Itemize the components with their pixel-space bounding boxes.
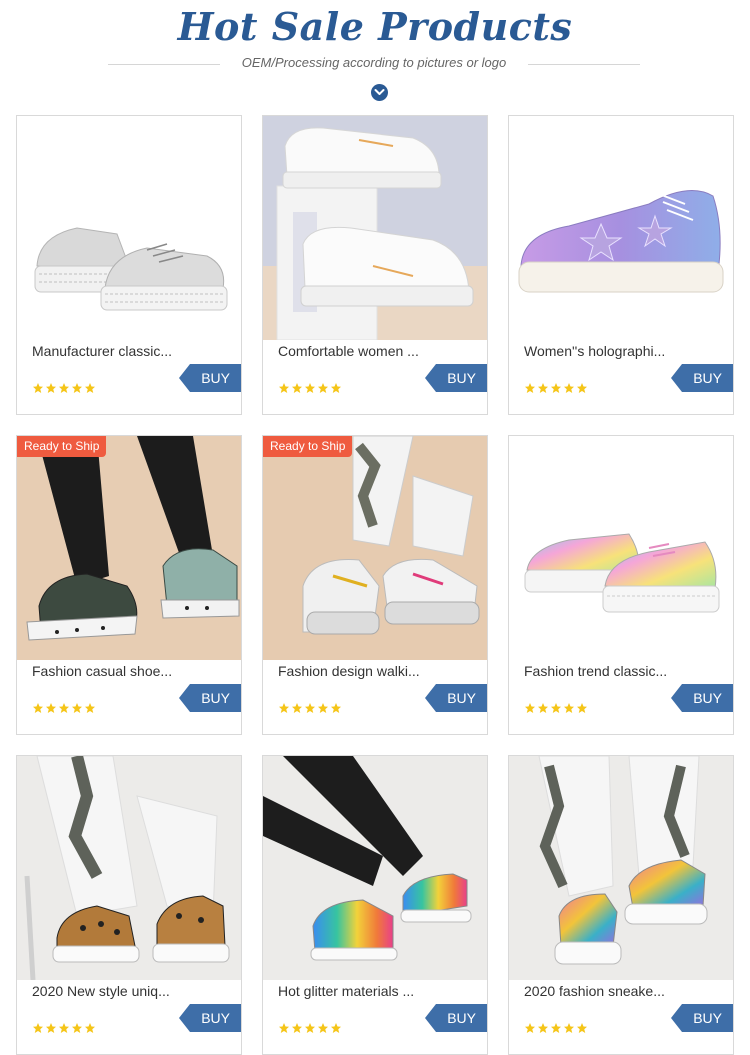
star-icon	[525, 383, 535, 393]
star-icon	[33, 383, 43, 393]
star-icon	[279, 1023, 289, 1033]
star-icon	[46, 703, 56, 713]
product-name[interactable]: Comfortable women ...	[278, 343, 428, 361]
product-name[interactable]: 2020 New style uniq...	[32, 983, 182, 1001]
divider-right	[528, 64, 640, 65]
star-rating	[278, 382, 343, 394]
star-icon	[318, 703, 328, 713]
product-card[interactable]: 2020 fashion sneake... BUY	[508, 755, 734, 1055]
star-icon	[305, 703, 315, 713]
buy-button[interactable]: BUY	[425, 364, 487, 392]
section-subtitle: OEM/Processing according to pictures or …	[241, 55, 507, 70]
product-card[interactable]: Ready to Ship Fashion design walki... BU…	[262, 435, 488, 735]
star-icon	[85, 383, 95, 393]
product-image-green-leopard-sneakers[interactable]: Ready to Ship	[17, 436, 241, 660]
buy-button[interactable]: BUY	[671, 684, 733, 712]
product-name[interactable]: Manufacturer classic...	[32, 343, 182, 361]
star-icon	[577, 703, 587, 713]
product-image-silver-platform-sneakers[interactable]	[17, 116, 241, 340]
star-rating	[32, 702, 97, 714]
star-icon	[292, 703, 302, 713]
star-icon	[577, 383, 587, 393]
star-icon	[46, 383, 56, 393]
product-card[interactable]: Ready to Ship Fashion casual shoe... BUY	[16, 435, 242, 735]
star-rating	[524, 1022, 589, 1034]
star-rating	[32, 1022, 97, 1034]
product-name[interactable]: Women''s holographi...	[524, 343, 674, 361]
product-name[interactable]: Fashion design walki...	[278, 663, 428, 681]
section-header: Hot Sale Products OEM/Processing accordi…	[0, 0, 750, 110]
product-image-white-sneakers-pedestal[interactable]	[263, 116, 487, 340]
buy-button[interactable]: BUY	[179, 1004, 241, 1032]
star-icon	[59, 383, 69, 393]
product-image-glitter-rainbow-sneakers[interactable]	[263, 756, 487, 980]
product-name[interactable]: Hot glitter materials ...	[278, 983, 428, 1001]
star-icon	[525, 703, 535, 713]
buy-button[interactable]: BUY	[179, 684, 241, 712]
star-icon	[72, 383, 82, 393]
star-icon	[538, 1023, 548, 1033]
product-image-leopard-print-sneakers[interactable]	[17, 756, 241, 980]
star-icon	[318, 1023, 328, 1033]
star-icon	[577, 1023, 587, 1033]
star-icon	[46, 1023, 56, 1033]
buy-button[interactable]: BUY	[671, 1004, 733, 1032]
star-icon	[538, 703, 548, 713]
star-icon	[525, 1023, 535, 1033]
star-rating	[524, 382, 589, 394]
subtitle-row: OEM/Processing according to pictures or …	[108, 54, 640, 74]
star-icon	[551, 703, 561, 713]
star-icon	[331, 383, 341, 393]
buy-button[interactable]: BUY	[671, 364, 733, 392]
product-name[interactable]: 2020 fashion sneake...	[524, 983, 674, 1001]
product-card[interactable]: Women''s holographi... BUY	[508, 115, 734, 415]
star-icon	[331, 1023, 341, 1033]
star-icon	[59, 1023, 69, 1033]
product-card[interactable]: Comfortable women ... BUY	[262, 115, 488, 415]
product-image-holographic-sneaker[interactable]	[509, 116, 733, 340]
star-rating	[278, 702, 343, 714]
star-icon	[564, 1023, 574, 1033]
star-rating	[524, 702, 589, 714]
star-icon	[59, 703, 69, 713]
product-card[interactable]: 2020 New style uniq... BUY	[16, 755, 242, 1055]
star-icon	[72, 703, 82, 713]
star-icon	[292, 383, 302, 393]
star-icon	[33, 1023, 43, 1033]
ready-to-ship-badge: Ready to Ship	[17, 436, 107, 457]
section-title: Hot Sale Products	[177, 4, 573, 49]
buy-button[interactable]: BUY	[179, 364, 241, 392]
star-icon	[564, 703, 574, 713]
product-image-camo-jogger-sneakers[interactable]: Ready to Ship	[263, 436, 487, 660]
star-icon	[331, 703, 341, 713]
star-icon	[33, 703, 43, 713]
product-name[interactable]: Fashion casual shoe...	[32, 663, 182, 681]
star-icon	[72, 1023, 82, 1033]
product-card[interactable]: Fashion trend classic... BUY	[508, 435, 734, 735]
product-card[interactable]: Hot glitter materials ... BUY	[262, 755, 488, 1055]
star-icon	[551, 383, 561, 393]
ready-to-ship-badge: Ready to Ship	[263, 436, 353, 457]
star-icon	[85, 1023, 95, 1033]
star-icon	[305, 383, 315, 393]
product-image-tie-dye-sneakers[interactable]	[509, 436, 733, 660]
product-name[interactable]: Fashion trend classic...	[524, 663, 674, 681]
star-rating	[32, 382, 97, 394]
star-icon	[292, 1023, 302, 1033]
star-icon	[279, 703, 289, 713]
star-icon	[279, 383, 289, 393]
star-icon	[564, 383, 574, 393]
star-icon	[551, 1023, 561, 1033]
star-rating	[278, 1022, 343, 1034]
product-card[interactable]: Manufacturer classic... BUY	[16, 115, 242, 415]
buy-button[interactable]: BUY	[425, 684, 487, 712]
star-icon	[85, 703, 95, 713]
star-icon	[538, 383, 548, 393]
star-icon	[305, 1023, 315, 1033]
buy-button[interactable]: BUY	[425, 1004, 487, 1032]
product-image-rainbow-chunky-sneakers[interactable]	[509, 756, 733, 980]
chevron-down-icon[interactable]	[371, 84, 388, 101]
star-icon	[318, 383, 328, 393]
